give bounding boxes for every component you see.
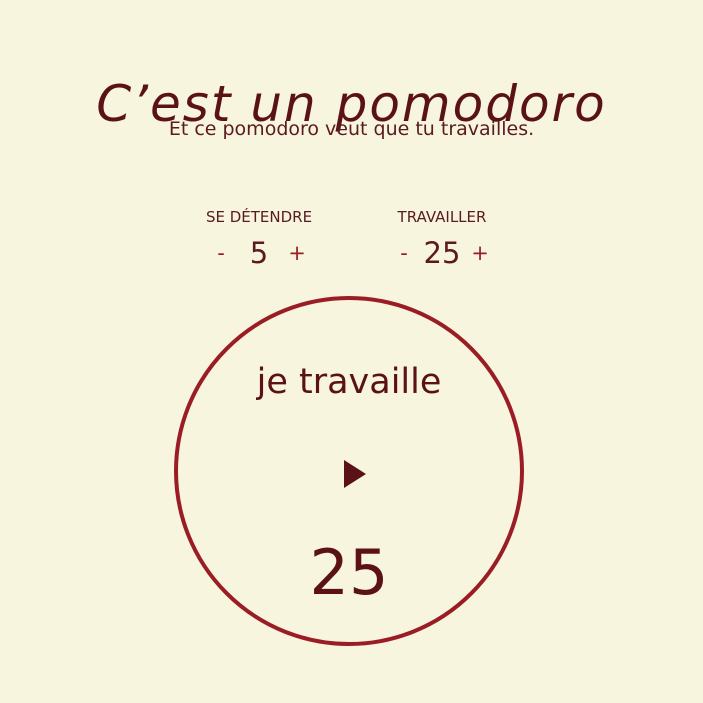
break-increment-button[interactable]: +: [283, 241, 311, 265]
break-decrement-button[interactable]: -: [207, 241, 235, 265]
work-length-stepper: - 25 +: [357, 236, 527, 270]
work-length-label: TRAVAILLER: [397, 208, 487, 226]
play-icon[interactable]: [344, 460, 366, 488]
work-decrement-button[interactable]: -: [390, 241, 418, 265]
page-subtitle: Et ce pomodoro veut que tu travailles.: [168, 118, 535, 140]
timer-count: 25: [309, 536, 389, 609]
timer-status: je travaille: [256, 362, 442, 402]
work-increment-button[interactable]: +: [466, 241, 494, 265]
timer-circle[interactable]: je travaille 25: [174, 296, 524, 646]
work-length-value: 25: [423, 236, 461, 270]
break-length-label: SE DÉTENDRE: [205, 208, 313, 226]
work-length-control: TRAVAILLER - 25 +: [357, 204, 527, 270]
break-length-value: 5: [249, 236, 269, 270]
break-length-control: SE DÉTENDRE - 5 +: [174, 204, 344, 270]
break-length-stepper: - 5 +: [174, 236, 344, 270]
